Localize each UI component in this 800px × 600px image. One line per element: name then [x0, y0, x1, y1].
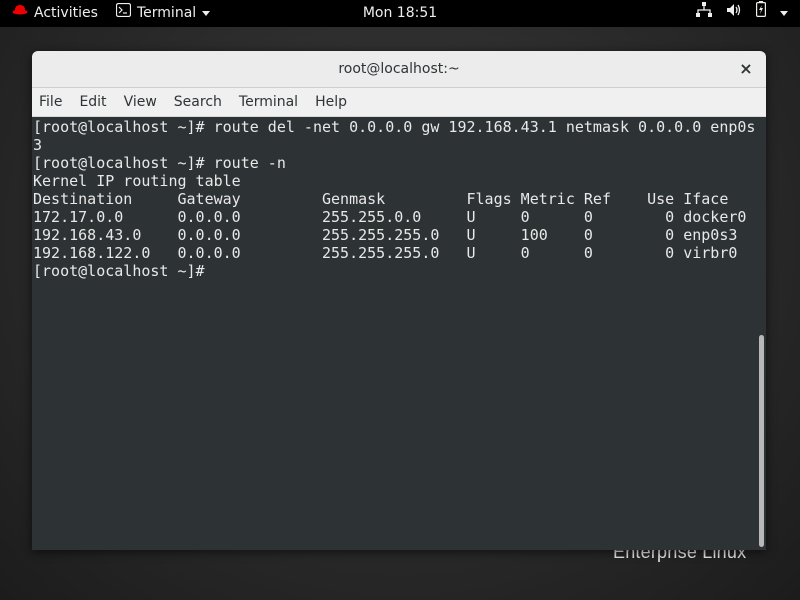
menu-edit[interactable]: Edit: [79, 94, 114, 110]
menu-search[interactable]: Search: [174, 94, 230, 110]
terminal-output[interactable]: [root@localhost ~]# route del -net 0.0.0…: [32, 117, 766, 550]
menu-bar: File Edit View Search Terminal Help: [32, 88, 766, 117]
menu-file[interactable]: File: [39, 94, 70, 110]
menu-help[interactable]: Help: [315, 94, 355, 110]
top-bar: Activities Terminal Mon 18:51: [0, 0, 800, 27]
system-menu-arrow-icon: [780, 11, 788, 16]
terminal-window: root@localhost:~ × File Edit View Search…: [32, 51, 766, 550]
terminal-line: Destination Gateway Genmask Flags Metric…: [33, 190, 729, 208]
terminal-line: [root@localhost ~]# route del -net 0.0.0…: [33, 118, 756, 136]
menu-view[interactable]: View: [124, 94, 165, 110]
system-tray[interactable]: [696, 0, 788, 27]
battery-icon: [756, 0, 767, 27]
app-menu-label: Terminal: [137, 5, 197, 21]
scrollbar[interactable]: [759, 335, 764, 547]
chevron-down-icon: [202, 11, 211, 16]
terminal-line: 192.168.122.0 0.0.0.0 255.255.255.0 U 0 …: [33, 244, 738, 262]
redhat-logo-icon: [12, 0, 28, 27]
close-icon[interactable]: ×: [736, 59, 756, 79]
window-titlebar[interactable]: root@localhost:~ ×: [32, 51, 766, 88]
network-icon: [696, 0, 712, 27]
terminal-text: [root@localhost ~]# route del -net 0.0.0…: [33, 118, 755, 280]
terminal-line: 172.17.0.0 0.0.0.0 255.255.0.0 U 0 0 0 d…: [33, 208, 747, 226]
terminal-line: 3: [33, 136, 43, 154]
menu-terminal[interactable]: Terminal: [239, 94, 306, 110]
terminal-app-icon: [115, 0, 132, 27]
activities-label: Activities: [34, 5, 98, 21]
terminal-line: 192.168.43.0 0.0.0.0 255.255.255.0 U 100…: [33, 226, 738, 244]
activities-button[interactable]: Activities: [12, 0, 98, 27]
app-menu-button[interactable]: Terminal: [115, 0, 211, 27]
window-title: root@localhost:~: [338, 61, 460, 77]
terminal-line: Kernel IP routing table: [33, 172, 241, 190]
terminal-line: [root@localhost ~]# route -n: [33, 154, 286, 172]
volume-icon: [726, 0, 742, 27]
terminal-line: [root@localhost ~]#: [33, 262, 214, 280]
